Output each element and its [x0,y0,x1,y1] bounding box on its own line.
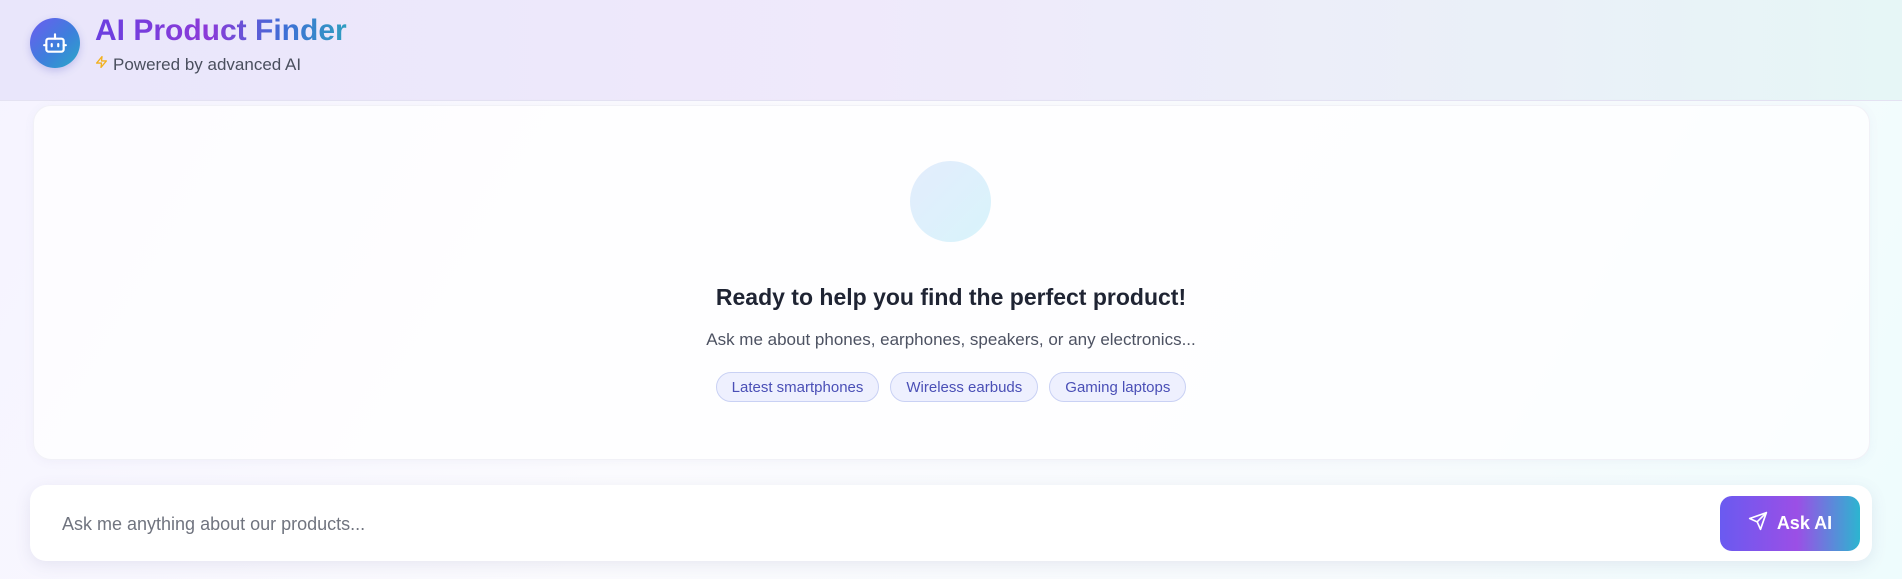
robot-icon [30,18,80,68]
suggestion-chip-gaming-laptops[interactable]: Gaming laptops [1049,372,1187,402]
subtitle-text: Powered by advanced AI [113,54,302,74]
empty-circle-icon [910,161,991,242]
message-input[interactable] [60,503,1704,545]
lightning-icon [95,54,108,75]
empty-state-description: Ask me about phones, earphones, speakers… [706,330,1196,349]
chat-panel [33,105,1870,460]
message-composer: Ask AI [30,485,1872,561]
suggestion-list: Latest smartphones Wireless earbuds Gami… [0,372,1902,402]
app-header: AI Product Finder Powered by advanced AI [0,0,1902,101]
app-subtitle: Powered by advanced AI [95,54,301,75]
ask-ai-button[interactable]: Ask AI [1720,496,1860,551]
ask-ai-label: Ask AI [1776,513,1833,533]
send-icon [1748,511,1768,536]
suggestion-chip-latest-smartphones[interactable]: Latest smartphones [715,372,880,402]
empty-state-title: Ready to help you find the perfect produ… [715,284,1187,310]
suggestion-chip-wireless-earbuds[interactable]: Wireless earbuds [890,372,1039,402]
app-title: AI Product Finder [95,14,347,47]
